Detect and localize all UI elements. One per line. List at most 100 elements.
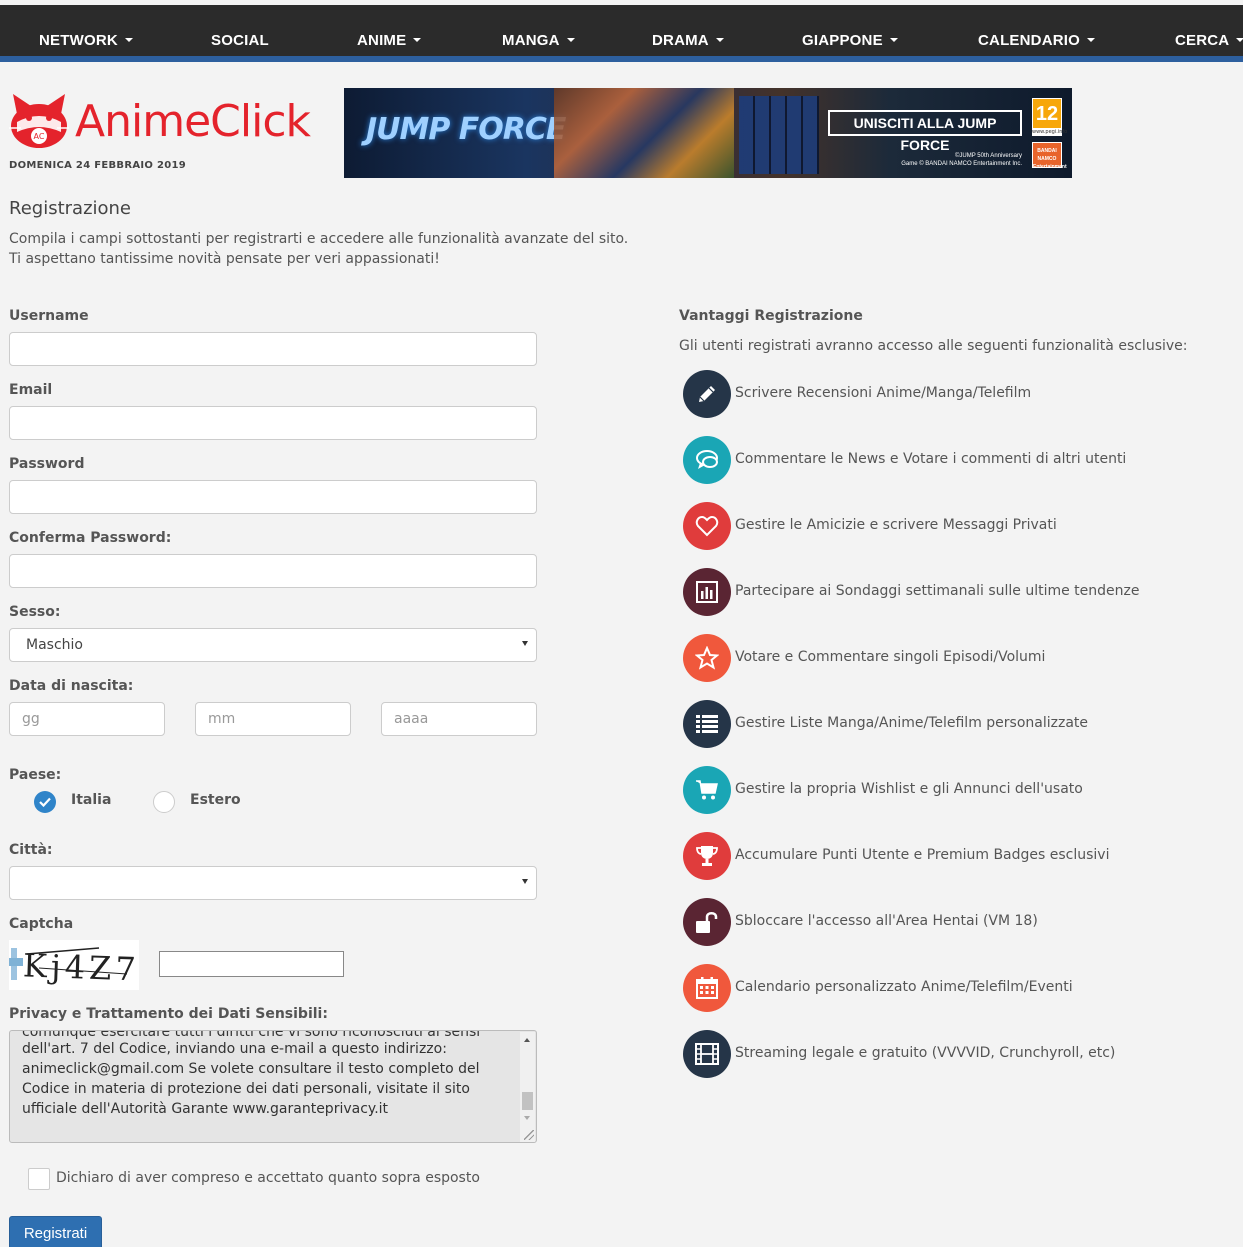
nav-social[interactable]: SOCIAL bbox=[211, 32, 269, 49]
ad-banner[interactable]: JUMP FORCE UNISCITI ALLA JUMP FORCE ©JUM… bbox=[344, 88, 1072, 178]
nav-giappone-label: GIAPPONE bbox=[802, 32, 883, 49]
birth-date-label: Data di nascita: bbox=[9, 678, 134, 694]
benefit-item-lists: Gestire Liste Manga/Anime/Telefilm perso… bbox=[735, 715, 1089, 731]
benefit-item-streaming: Streaming legale e gratuito (VVVVID, Cru… bbox=[735, 1045, 1116, 1061]
page-title: Registrazione bbox=[9, 198, 132, 219]
username-input[interactable] bbox=[9, 332, 537, 366]
username-label: Username bbox=[9, 308, 89, 324]
captcha-graphic: Kj4Z7 bbox=[9, 940, 140, 990]
checkmark-icon bbox=[39, 797, 51, 807]
dropdown-arrow-icon bbox=[522, 641, 528, 646]
privacy-scrollbar[interactable] bbox=[520, 1032, 535, 1142]
birth-day-placeholder: gg bbox=[22, 711, 40, 727]
country-foreign-radio[interactable] bbox=[153, 791, 175, 813]
publisher-logo: BANDAI NAMCO Entertainment bbox=[1032, 142, 1067, 170]
country-label: Paese: bbox=[9, 767, 62, 783]
benefit-item-badges: Accumulare Punti Utente e Premium Badges… bbox=[735, 847, 1110, 863]
logo-text: AnimeClick bbox=[75, 96, 311, 147]
banner-title: JUMP FORCE bbox=[366, 112, 566, 147]
banner-artwork bbox=[554, 88, 734, 178]
nav-cerca-label: CERCA bbox=[1175, 32, 1230, 49]
site-logo[interactable]: AC AnimeClick bbox=[9, 92, 349, 152]
cart-icon bbox=[683, 766, 731, 814]
chevron-down-icon bbox=[1236, 38, 1243, 42]
birth-year-placeholder: aaaa bbox=[394, 711, 429, 727]
trophy-icon bbox=[683, 832, 731, 880]
unlock-icon bbox=[683, 898, 731, 946]
country-italy-label[interactable]: Italia bbox=[71, 792, 111, 808]
country-foreign-label[interactable]: Estero bbox=[190, 792, 241, 808]
star-icon bbox=[683, 634, 731, 682]
benefit-item-calendar: Calendario personalizzato Anime/Telefilm… bbox=[735, 979, 1073, 995]
intro-line-2: Ti aspettano tantissime novità pensate p… bbox=[9, 251, 440, 267]
confirm-password-input[interactable] bbox=[9, 554, 537, 588]
chat-icon bbox=[683, 436, 731, 484]
nav-calendario-label: CALENDARIO bbox=[978, 32, 1080, 49]
accept-checkbox[interactable] bbox=[28, 1168, 50, 1190]
gender-select[interactable]: Maschio bbox=[9, 628, 537, 662]
privacy-textarea[interactable]: comunque esercitare tutti i diritti che … bbox=[9, 1030, 537, 1143]
benefit-item-wishlist: Gestire la propria Wishlist e gli Annunc… bbox=[735, 781, 1083, 797]
benefit-item-episodes: Votare e Commentare singoli Episodi/Volu… bbox=[735, 649, 1046, 665]
nav-manga[interactable]: MANGA bbox=[502, 32, 575, 49]
captcha-image: Kj4Z7 bbox=[9, 940, 140, 990]
benefit-item-hentai: Sbloccare l'accesso all'Area Hentai (VM … bbox=[735, 913, 1038, 929]
benefit-item-comments: Commentare le News e Votare i commenti d… bbox=[735, 451, 1127, 467]
resize-handle-icon[interactable] bbox=[524, 1130, 534, 1140]
birth-month-input[interactable]: mm bbox=[195, 702, 351, 736]
heart-icon bbox=[683, 502, 731, 550]
pencil-icon bbox=[683, 370, 731, 418]
captcha-input[interactable] bbox=[159, 951, 344, 977]
password-label: Password bbox=[9, 456, 85, 472]
scroll-up-arrow-icon[interactable] bbox=[524, 1038, 530, 1042]
nav-calendario[interactable]: CALENDARIO bbox=[978, 32, 1095, 49]
bar-chart-icon bbox=[683, 568, 731, 616]
nav-anime-label: ANIME bbox=[357, 32, 407, 49]
email-label: Email bbox=[9, 382, 53, 398]
benefits-title: Vantaggi Registrazione bbox=[679, 308, 863, 324]
birth-year-input[interactable]: aaaa bbox=[381, 702, 537, 736]
nav-giappone[interactable]: GIAPPONE bbox=[802, 32, 898, 49]
nav-network-label: NETWORK bbox=[39, 32, 118, 49]
gender-select-value: Maschio bbox=[26, 637, 83, 653]
current-date: DOMENICA 24 FEBBRAIO 2019 bbox=[9, 160, 187, 171]
banner-cta-button[interactable]: UNISCITI ALLA JUMP FORCE bbox=[828, 110, 1022, 153]
nav-drama[interactable]: DRAMA bbox=[652, 32, 724, 49]
country-italy-radio[interactable] bbox=[34, 791, 56, 813]
intro-line-1: Compila i campi sottostanti per registra… bbox=[9, 231, 629, 247]
birth-month-placeholder: mm bbox=[208, 711, 236, 727]
nav-drama-label: DRAMA bbox=[652, 32, 709, 49]
privacy-label: Privacy e Trattamento dei Dati Sensibili… bbox=[9, 1006, 328, 1022]
city-select[interactable] bbox=[9, 866, 537, 900]
page-intro: Compila i campi sottostanti per registra… bbox=[9, 229, 628, 269]
city-label: Città: bbox=[9, 842, 53, 858]
chevron-down-icon bbox=[889, 38, 898, 42]
benefits-intro: Gli utenti registrati avranno accesso al… bbox=[679, 338, 1188, 354]
register-button[interactable]: Registrati bbox=[9, 1216, 102, 1247]
nav-network[interactable]: NETWORK bbox=[39, 32, 133, 49]
gender-label: Sesso: bbox=[9, 604, 61, 620]
cat-logo-icon: AC bbox=[9, 94, 69, 148]
chevron-down-icon bbox=[413, 38, 422, 42]
nav-cerca[interactable]: CERCA bbox=[1175, 32, 1243, 49]
main-navbar: NETWORK SOCIAL ANIME MANGA DRAMA GIAPPON… bbox=[0, 5, 1243, 62]
benefit-item-reviews: Scrivere Recensioni Anime/Manga/Telefilm bbox=[735, 385, 1032, 401]
nav-social-label: SOCIAL bbox=[211, 32, 269, 49]
accept-label[interactable]: Dichiaro di aver compreso e accettato qu… bbox=[56, 1170, 480, 1186]
chevron-down-icon bbox=[566, 38, 575, 42]
nav-anime[interactable]: ANIME bbox=[357, 32, 422, 49]
password-input[interactable] bbox=[9, 480, 537, 514]
chevron-down-icon bbox=[1087, 38, 1095, 42]
scroll-down-arrow-icon[interactable] bbox=[524, 1116, 530, 1120]
benefit-item-polls: Partecipare ai Sondaggi settimanali sull… bbox=[735, 583, 1140, 599]
nav-manga-label: MANGA bbox=[502, 32, 560, 49]
email-input[interactable] bbox=[9, 406, 537, 440]
logo-badge-text: AC bbox=[34, 132, 45, 141]
birth-day-input[interactable]: gg bbox=[9, 702, 165, 736]
banner-game-boxes bbox=[739, 96, 819, 174]
banner-fine-print-line-1: ©JUMP 50th Anniversary bbox=[954, 153, 1022, 159]
film-icon bbox=[683, 1030, 731, 1078]
benefit-item-friends: Gestire le Amicizie e scrivere Messaggi … bbox=[735, 517, 1057, 533]
calendar-icon bbox=[683, 964, 731, 1012]
scroll-thumb[interactable] bbox=[522, 1092, 533, 1110]
